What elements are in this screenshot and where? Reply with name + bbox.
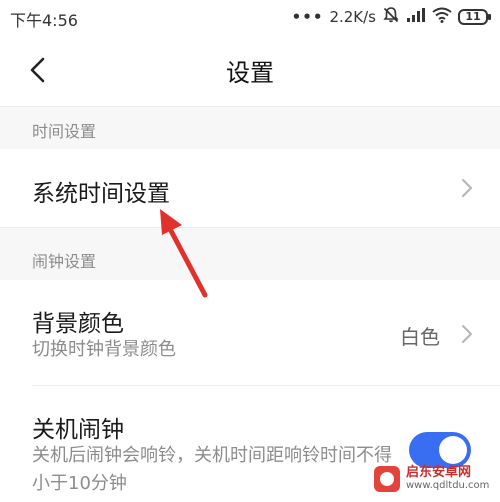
wifi-icon [432,7,452,27]
mute-icon [382,6,400,28]
row-subtitle: 切换时钟背景颜色 [32,339,176,360]
network-speed: 2.2K/s [329,8,376,26]
power-off-alarm-toggle[interactable] [409,432,471,468]
status-time: 下午4:56 [10,11,78,30]
status-icons: ••• 2.2K/s 11 [291,6,491,28]
toggle-knob [439,436,467,464]
row-title: 关机闹钟 [32,417,124,443]
chevron-right-icon [462,325,472,343]
title-bar: 设置 [0,34,500,106]
battery-icon: 11 [458,9,491,25]
row-subtitle: 关机后闹钟会响铃，关机时间距响铃时间不得小于10分钟 [32,445,392,494]
section-header-label: 闹钟设置 [32,252,97,271]
row-title: 系统时间设置 [32,181,170,207]
row-title: 背景颜色 [32,311,124,337]
section-header-alarm: 闹钟设置 [0,227,500,280]
background-color-row[interactable]: 背景颜色 切换时钟背景颜色 白色 [0,280,500,385]
system-time-setting-row[interactable]: 系统时间设置 [0,149,500,227]
watermark-logo-icon [374,466,400,492]
section-header-label: 时间设置 [32,122,97,141]
notification-dots: ••• [291,8,324,26]
signal-icon [406,7,426,27]
watermark-title: 启东安卓网 [406,465,472,480]
section-header-time: 时间设置 [0,106,500,149]
annotation-arrow-icon [160,209,208,298]
chevron-right-icon [462,179,472,197]
watermark-url: www.qdltdu.com [406,480,490,491]
background-color-value: 白色 [400,325,440,349]
battery-level: 11 [465,10,481,23]
status-bar: 下午4:56 ••• 2.2K/s 11 [0,0,500,34]
page-title: 设置 [226,59,274,87]
watermark: 启东安卓网 www.qdltdu.com [374,466,489,492]
watermark-text: 启东安卓网 www.qdltdu.com [406,466,489,492]
